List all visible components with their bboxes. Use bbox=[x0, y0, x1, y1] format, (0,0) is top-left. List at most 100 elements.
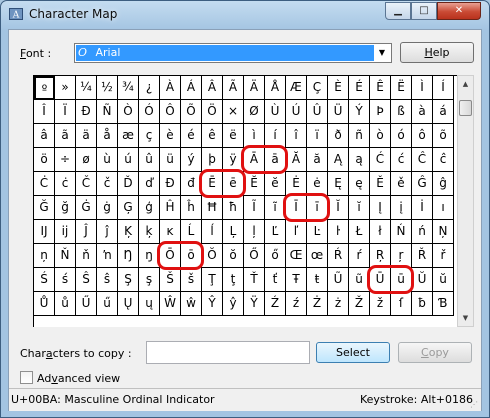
char-cell[interactable]: Ë bbox=[391, 76, 412, 100]
char-cell[interactable]: Ă bbox=[286, 148, 307, 172]
char-cell[interactable]: æ bbox=[118, 124, 139, 148]
char-cell[interactable]: Ď bbox=[118, 172, 139, 196]
scroll-thumb[interactable] bbox=[459, 100, 472, 116]
char-cell[interactable]: ô bbox=[412, 124, 433, 148]
char-cell[interactable]: ū bbox=[391, 268, 412, 292]
char-cell[interactable]: ĵ bbox=[97, 220, 118, 244]
char-cell[interactable]: Ô bbox=[160, 100, 181, 124]
char-cell[interactable]: Ù bbox=[265, 100, 286, 124]
char-cell[interactable]: Ğ bbox=[34, 196, 55, 220]
char-cell[interactable]: ģ bbox=[139, 196, 160, 220]
char-cell[interactable]: ŋ bbox=[139, 244, 160, 268]
char-cell[interactable]: ¾ bbox=[118, 76, 139, 100]
char-cell[interactable]: ő bbox=[265, 244, 286, 268]
char-cell[interactable]: ž bbox=[370, 292, 391, 316]
char-cell[interactable]: ì bbox=[244, 124, 265, 148]
char-cell[interactable]: Ŧ bbox=[286, 268, 307, 292]
char-cell[interactable]: ď bbox=[139, 172, 160, 196]
char-cell[interactable]: ĭ bbox=[349, 196, 370, 220]
char-cell[interactable]: Ĳ bbox=[34, 220, 55, 244]
char-cell[interactable]: Ē bbox=[202, 172, 223, 196]
char-cell[interactable]: õ bbox=[433, 124, 454, 148]
char-cell[interactable]: ķ bbox=[139, 220, 160, 244]
char-cell[interactable]: þ bbox=[202, 148, 223, 172]
char-cell[interactable]: ¿ bbox=[139, 76, 160, 100]
resize-grip-icon[interactable]: ⋰ bbox=[470, 400, 480, 410]
char-cell[interactable]: Ũ bbox=[328, 268, 349, 292]
char-cell[interactable]: » bbox=[55, 76, 76, 100]
char-cell[interactable]: Ś bbox=[34, 268, 55, 292]
char-cell[interactable]: È bbox=[328, 76, 349, 100]
char-cell[interactable]: Ć bbox=[370, 148, 391, 172]
char-cell[interactable]: Â bbox=[202, 76, 223, 100]
char-cell[interactable]: á bbox=[433, 100, 454, 124]
char-cell[interactable]: Ú bbox=[286, 100, 307, 124]
char-cell[interactable]: į bbox=[391, 196, 412, 220]
char-cell[interactable]: ó bbox=[391, 124, 412, 148]
char-cell[interactable]: Ā bbox=[244, 148, 265, 172]
char-cell[interactable]: º bbox=[34, 76, 55, 100]
close-button[interactable]: ✕ bbox=[437, 2, 481, 20]
char-cell[interactable]: í bbox=[265, 124, 286, 148]
char-cell[interactable]: Ĕ bbox=[244, 172, 265, 196]
char-cell[interactable]: ł bbox=[370, 220, 391, 244]
char-cell[interactable]: Ŵ bbox=[160, 292, 181, 316]
character-grid[interactable]: º» ¼ ½ ¾ ¿ À Á Â Ã Ä Å Æ Ç È É Ê Ë Ì Í Î Ï Ð Ñ Ò Ó Ô Õ Ö × Ø Ù Ú Û Ü Ý Þß à á… bbox=[33, 75, 457, 327]
char-cell[interactable]: â bbox=[34, 124, 55, 148]
char-cell[interactable]: Ĵ bbox=[76, 220, 97, 244]
char-cell[interactable]: Ţ bbox=[202, 268, 223, 292]
char-cell[interactable]: ć bbox=[391, 148, 412, 172]
char-cell[interactable]: Ŏ bbox=[202, 244, 223, 268]
char-cell[interactable]: Ė bbox=[286, 172, 307, 196]
char-cell[interactable]: Å bbox=[265, 76, 286, 100]
char-cell[interactable]: Ĉ bbox=[412, 148, 433, 172]
char-cell[interactable]: ĕ bbox=[265, 172, 286, 196]
char-cell[interactable]: ņ bbox=[34, 244, 55, 268]
char-cell[interactable]: ò bbox=[370, 124, 391, 148]
char-cell[interactable]: ļ bbox=[244, 220, 265, 244]
char-cell[interactable]: ř bbox=[433, 244, 454, 268]
char-cell[interactable]: Ū bbox=[370, 268, 391, 292]
char-cell[interactable]: Ų bbox=[118, 292, 139, 316]
char-cell[interactable]: Ò bbox=[118, 100, 139, 124]
char-cell[interactable]: Ň bbox=[55, 244, 76, 268]
char-cell[interactable]: ü bbox=[160, 148, 181, 172]
char-cell[interactable]: Ê bbox=[370, 76, 391, 100]
char-cell[interactable]: é bbox=[181, 124, 202, 148]
char-cell[interactable]: ĸ bbox=[160, 220, 181, 244]
char-cell[interactable]: ź bbox=[286, 292, 307, 316]
char-cell[interactable]: ½ bbox=[97, 76, 118, 100]
char-cell[interactable]: ý bbox=[181, 148, 202, 172]
char-cell[interactable]: Ŕ bbox=[328, 244, 349, 268]
char-cell[interactable]: ŝ bbox=[97, 268, 118, 292]
char-cell[interactable]: ŕ bbox=[349, 244, 370, 268]
char-cell[interactable]: Ź bbox=[265, 292, 286, 316]
char-cell[interactable]: Š bbox=[160, 268, 181, 292]
char-cell[interactable]: Ö bbox=[202, 100, 223, 124]
char-cell[interactable]: ƀ bbox=[412, 292, 433, 316]
char-cell[interactable]: ſ bbox=[391, 292, 412, 316]
char-cell[interactable]: Ł bbox=[349, 220, 370, 244]
char-cell[interactable]: Ħ bbox=[202, 196, 223, 220]
minimize-button[interactable]: ▁ bbox=[385, 2, 411, 20]
char-cell[interactable]: Ü bbox=[328, 100, 349, 124]
font-dropdown[interactable]: O Arial ▼ bbox=[74, 43, 392, 63]
char-cell[interactable]: Ŷ bbox=[202, 292, 223, 316]
char-cell[interactable]: Ï bbox=[55, 100, 76, 124]
char-cell[interactable]: ö bbox=[34, 148, 55, 172]
char-cell[interactable]: Đ bbox=[160, 172, 181, 196]
char-cell[interactable]: Ì bbox=[412, 76, 433, 100]
char-cell[interactable]: ú bbox=[118, 148, 139, 172]
title-bar[interactable]: A Character Map ▁ □ ✕ bbox=[1, 1, 489, 29]
char-cell[interactable]: è bbox=[160, 124, 181, 148]
char-cell[interactable]: ę bbox=[349, 172, 370, 196]
char-cell[interactable]: Ã bbox=[223, 76, 244, 100]
characters-to-copy-input[interactable] bbox=[146, 341, 310, 364]
char-cell[interactable]: Ä bbox=[244, 76, 265, 100]
char-cell[interactable]: ĥ bbox=[181, 196, 202, 220]
scroll-up-arrow-icon[interactable]: ▲ bbox=[458, 76, 473, 92]
char-cell[interactable]: Ÿ bbox=[244, 292, 265, 316]
char-cell[interactable]: Ĩ bbox=[244, 196, 265, 220]
char-cell[interactable]: Ę bbox=[328, 172, 349, 196]
char-cell[interactable]: Ř bbox=[412, 244, 433, 268]
